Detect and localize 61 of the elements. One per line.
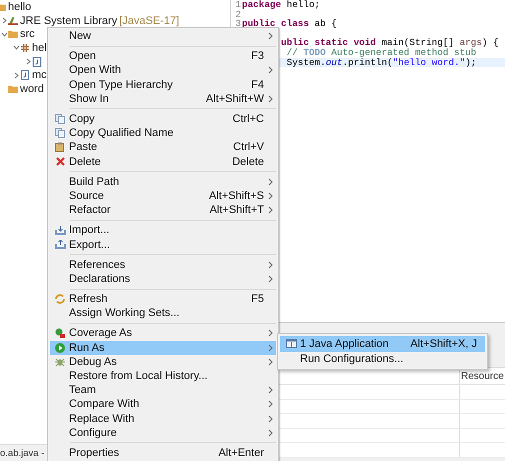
menu-item[interactable]: References: [50, 258, 276, 272]
menu-item[interactable]: Run As: [50, 340, 276, 355]
bug-icon: [55, 356, 65, 367]
line-number: 1: [235, 0, 241, 10]
menu-item[interactable]: Copy Qualified Name: [50, 126, 276, 140]
menu-item[interactable]: Replace With: [50, 412, 276, 426]
tree-item[interactable]: hello: [8, 0, 32, 13]
code-line: System.out.println("hello word.");: [286, 58, 476, 68]
line-number: 2: [235, 8, 241, 20]
menu-item[interactable]: Assign Working Sets...: [50, 306, 276, 320]
menu-item[interactable]: Build Path: [50, 174, 276, 189]
menu-item[interactable]: 1 Java Application Alt+Shift+X, J: [280, 336, 485, 352]
menu-item[interactable]: Team: [50, 383, 276, 398]
menu-item[interactable]: Open With: [50, 63, 276, 78]
package-icon: [21, 44, 29, 52]
run-icon: [55, 342, 65, 353]
tree-item[interactable]: word: [20, 82, 44, 95]
copy-icon: [55, 114, 65, 124]
menu-item[interactable]: Delete Delete: [50, 154, 276, 169]
tree-item[interactable]: src: [20, 28, 35, 40]
code-line: public class ab {: [242, 19, 337, 29]
window-icon: [286, 339, 296, 348]
menu-item[interactable]: Paste Ctrl+V: [50, 140, 276, 154]
menu-item[interactable]: Export...: [50, 237, 276, 252]
menu-item[interactable]: Debug As: [50, 354, 276, 369]
code-line: ublic static void main(String[] args) {: [281, 38, 499, 48]
folder-icon: [8, 84, 18, 93]
menu-item[interactable]: Open Type Hierarchy F4: [50, 78, 276, 92]
tree-item[interactable]: mc: [32, 69, 47, 82]
delete-icon: [56, 157, 64, 166]
code-line: package hello;: [242, 0, 320, 10]
line-number: 3: [235, 18, 241, 30]
menu-item[interactable]: Restore from Local History...: [50, 368, 276, 384]
books-icon: [8, 16, 18, 26]
tree-item[interactable]: JRE System Library: [20, 14, 118, 27]
coverage-icon: [55, 328, 65, 338]
java-file-icon: [33, 56, 41, 67]
menu-item[interactable]: Run Configurations...: [280, 352, 485, 367]
library-version: [JavaSE-17]: [119, 14, 180, 27]
import-icon: [54, 226, 66, 235]
export-icon: [54, 240, 66, 250]
menu-item[interactable]: Refactor Alt+Shift+T: [50, 203, 276, 218]
menu-item[interactable]: Copy Ctrl+C: [50, 112, 276, 126]
copy-icon: [55, 128, 65, 138]
column-header[interactable]: Resource: [461, 370, 504, 382]
menu-item[interactable]: Coverage As: [50, 326, 276, 341]
code-line: // TODO Auto-generated method stub: [286, 48, 476, 58]
menu-item[interactable]: Compare With: [50, 397, 276, 412]
menu-item[interactable]: Import...: [50, 223, 276, 238]
folder-icon: [8, 30, 18, 38]
menu-item[interactable]: Refresh F5: [50, 292, 276, 306]
tree-item[interactable]: hel: [32, 42, 47, 54]
menu-item[interactable]: Show In Alt+Shift+W: [50, 92, 276, 106]
refresh-icon: [55, 294, 65, 304]
menu-item[interactable]: Source Alt+Shift+S: [50, 188, 276, 204]
clipboard-icon: [55, 142, 65, 152]
menu-item[interactable]: Open F3: [50, 49, 276, 64]
menu-item[interactable]: New: [50, 29, 276, 44]
java-file-icon: [21, 70, 29, 80]
menu-item[interactable]: Declarations: [50, 272, 276, 286]
menu-item[interactable]: Configure: [50, 426, 276, 440]
